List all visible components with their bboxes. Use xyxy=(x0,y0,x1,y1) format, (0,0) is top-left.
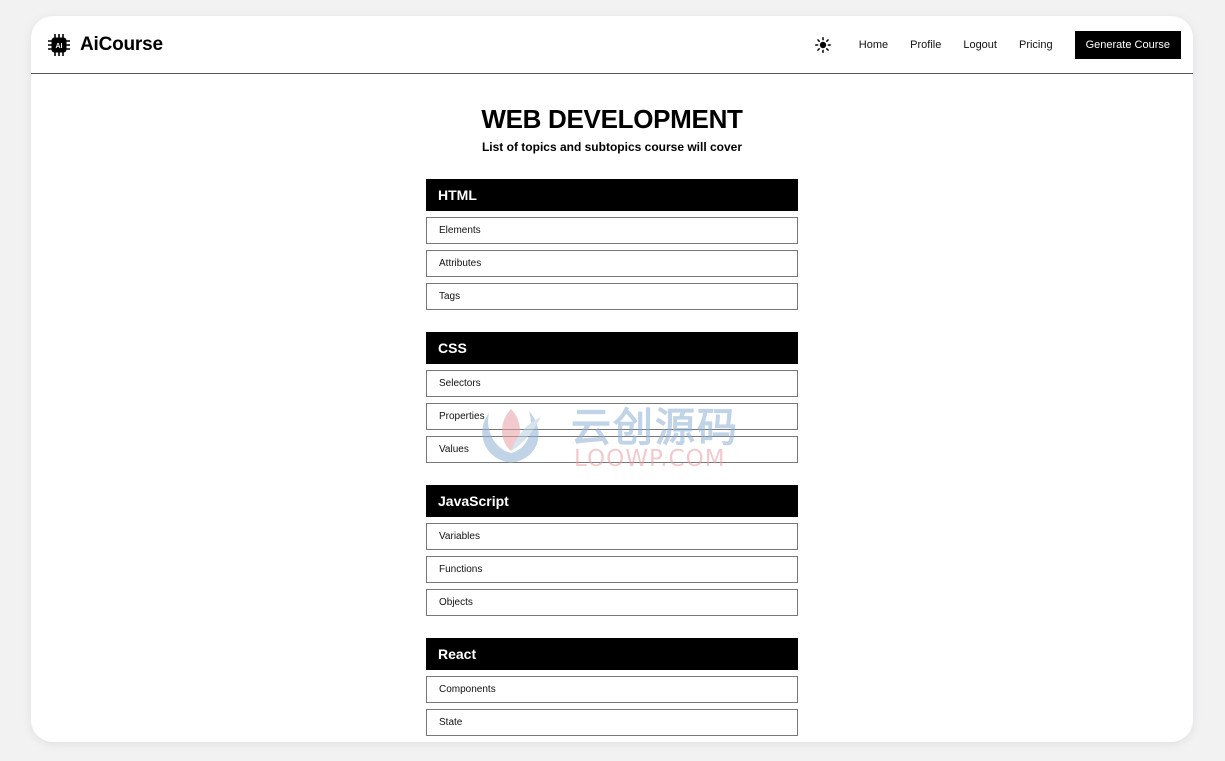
topic-header: JavaScript xyxy=(426,485,798,517)
logo-text: AI xyxy=(56,43,63,50)
brand-name: AiCourse xyxy=(80,34,163,55)
topic-html: HTML Elements Attributes Tags xyxy=(426,179,798,310)
subtopic-item[interactable]: State xyxy=(426,709,798,736)
app-window: AI AiCourse Home Profile Logout Pricing … xyxy=(31,16,1193,742)
subtopic-item[interactable]: Functions xyxy=(426,556,798,583)
topic-header: React xyxy=(426,638,798,670)
topic-header: CSS xyxy=(426,332,798,364)
subtopic-item[interactable]: Variables xyxy=(426,523,798,550)
subtopic-item[interactable]: Elements xyxy=(426,217,798,244)
nav-menu: Home Profile Logout Pricing Generate Cou… xyxy=(814,31,1181,59)
sun-icon[interactable] xyxy=(814,37,831,53)
topic-react: React Components State xyxy=(426,638,798,736)
subtopic-item[interactable]: Properties xyxy=(426,403,798,430)
topic-header: HTML xyxy=(426,179,798,211)
nav-logout-link[interactable]: Logout xyxy=(963,39,997,51)
subtopic-item[interactable]: Objects xyxy=(426,589,798,616)
topic-css: CSS Selectors Properties Values xyxy=(426,332,798,463)
page-subtitle: List of topics and subtopics course will… xyxy=(481,140,743,154)
nav-home-link[interactable]: Home xyxy=(859,39,888,51)
nav-profile-link[interactable]: Profile xyxy=(910,39,941,51)
subtopic-item[interactable]: Selectors xyxy=(426,370,798,397)
generate-course-button[interactable]: Generate Course xyxy=(1074,31,1181,59)
subtopic-item[interactable]: Values xyxy=(426,436,798,463)
brand-link[interactable]: AI AiCourse xyxy=(47,33,163,57)
nav-pricing-link[interactable]: Pricing xyxy=(1019,39,1053,51)
topic-list: HTML Elements Attributes Tags CSS Select… xyxy=(426,179,798,742)
topic-javascript: JavaScript Variables Functions Objects xyxy=(426,485,798,616)
ai-chip-icon: AI xyxy=(48,34,70,56)
top-navbar: AI AiCourse Home Profile Logout Pricing … xyxy=(31,16,1193,74)
page-title: WEB DEVELOPMENT xyxy=(481,104,743,134)
subtopic-item[interactable]: Components xyxy=(426,676,798,703)
subtopic-item[interactable]: Tags xyxy=(426,283,798,310)
subtopic-item[interactable]: Attributes xyxy=(426,250,798,277)
